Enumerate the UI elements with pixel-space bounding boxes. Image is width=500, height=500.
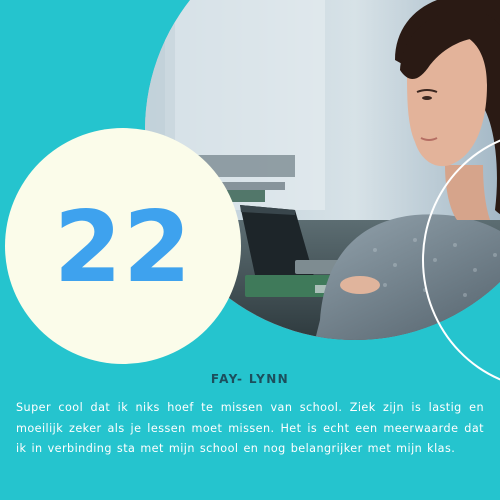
testimonial-number: 22 [53, 191, 193, 305]
author-name: FAY- LYNN [210, 372, 290, 386]
testimonial-quote: Super cool dat ik niks hoef te missen va… [16, 401, 484, 455]
testimonial-card: 22 FAY- LYNN Super cool dat ik niks hoef… [0, 0, 500, 500]
number-badge: 22 [5, 128, 241, 364]
